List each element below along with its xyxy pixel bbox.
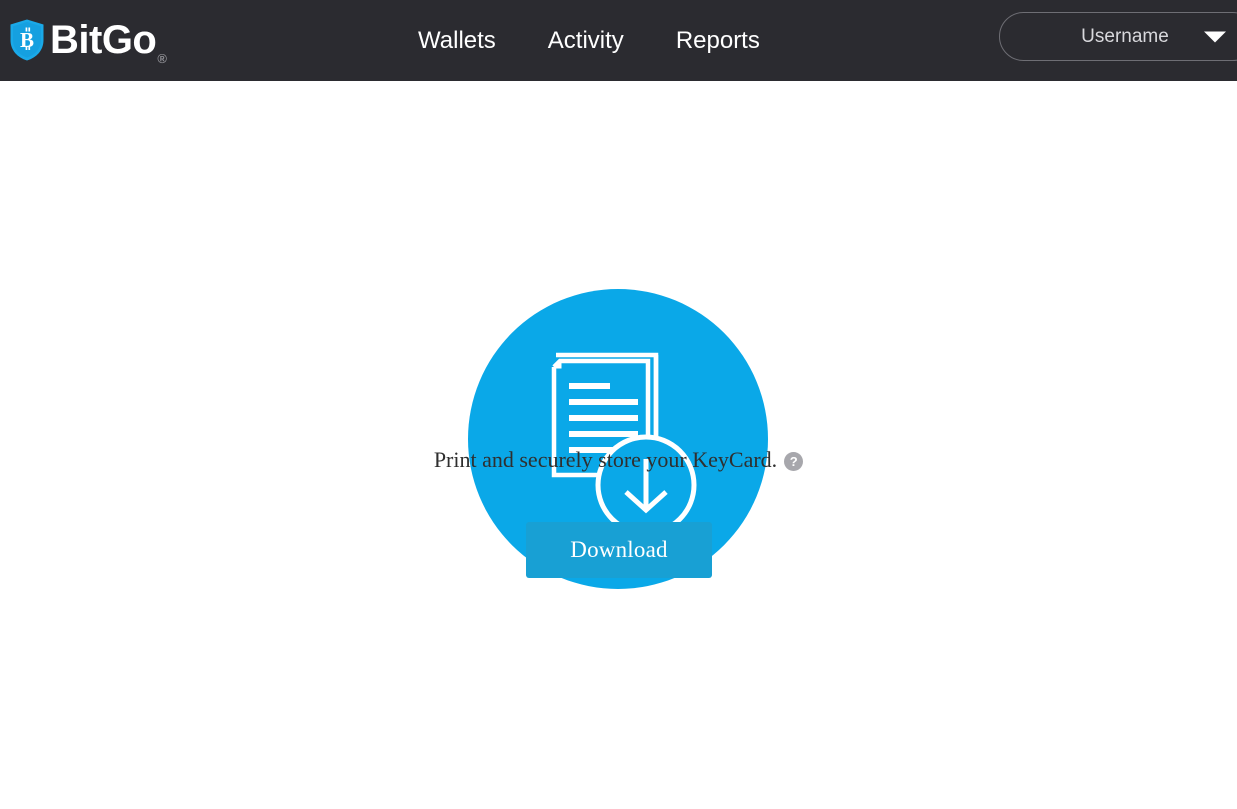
top-navigation-bar: B BitGo ® Wallets Activity Reports Usern… [0,0,1237,81]
chevron-down-icon [1204,31,1226,42]
keycard-caption: Print and securely store your KeyCard. ? [0,449,1237,471]
bitgo-logo[interactable]: B BitGo ® [8,13,167,67]
brand-name: BitGo [50,18,157,62]
main-nav: Wallets Activity Reports [418,0,760,81]
main-content: Print and securely store your KeyCard. ?… [0,81,1237,809]
download-button[interactable]: Download [526,522,712,578]
bitgo-shield-icon: B [10,19,44,61]
user-menu-button[interactable]: Username [999,12,1237,61]
nav-item-reports[interactable]: Reports [676,28,760,53]
user-menu-label: Username [1081,26,1169,47]
nav-item-wallets[interactable]: Wallets [418,28,496,53]
nav-item-activity[interactable]: Activity [548,28,624,53]
registered-trademark-symbol: ® [157,51,167,66]
keycard-caption-text: Print and securely store your KeyCard. [433,447,778,472]
help-icon[interactable]: ? [784,451,804,471]
